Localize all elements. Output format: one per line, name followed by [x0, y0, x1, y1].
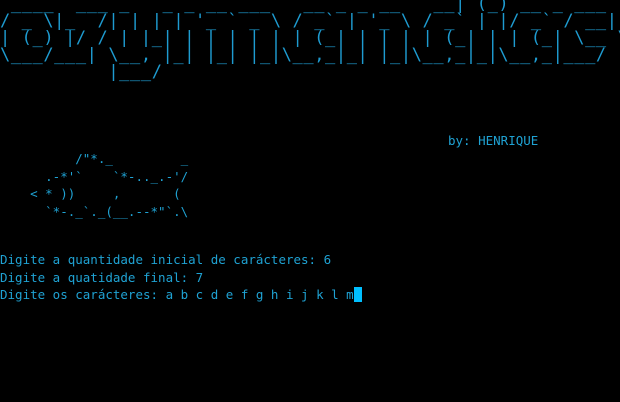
terminal-session: Digite a quantidade inicial de caráctere… — [0, 251, 362, 304]
terminal-window[interactable]: ____ ___ _ _ _ __ ___ __ _ _ __ __| (_) … — [0, 0, 620, 402]
prompt-line-characters-text: Digite os carácteres: a b c d e f g h i … — [0, 287, 354, 302]
ascii-art-banner: ____ ___ _ _ _ __ ___ __ _ _ __ __| (_) … — [0, 0, 620, 82]
ascii-art-fish: /"*._ _ .-*'` `*-.._.-'/ < * )) , ( `*-.… — [30, 151, 189, 219]
prompt-line-initial-count: Digite a quantidade inicial de caráctere… — [0, 252, 332, 267]
text-cursor — [353, 287, 362, 302]
prompt-line-characters[interactable]: Digite os carácteres: a b c d e f g h i … — [0, 286, 362, 304]
author-byline: by: HENRIQUE — [448, 133, 539, 148]
prompt-line-final-count: Digite a quatidade final: 7 — [0, 269, 204, 285]
